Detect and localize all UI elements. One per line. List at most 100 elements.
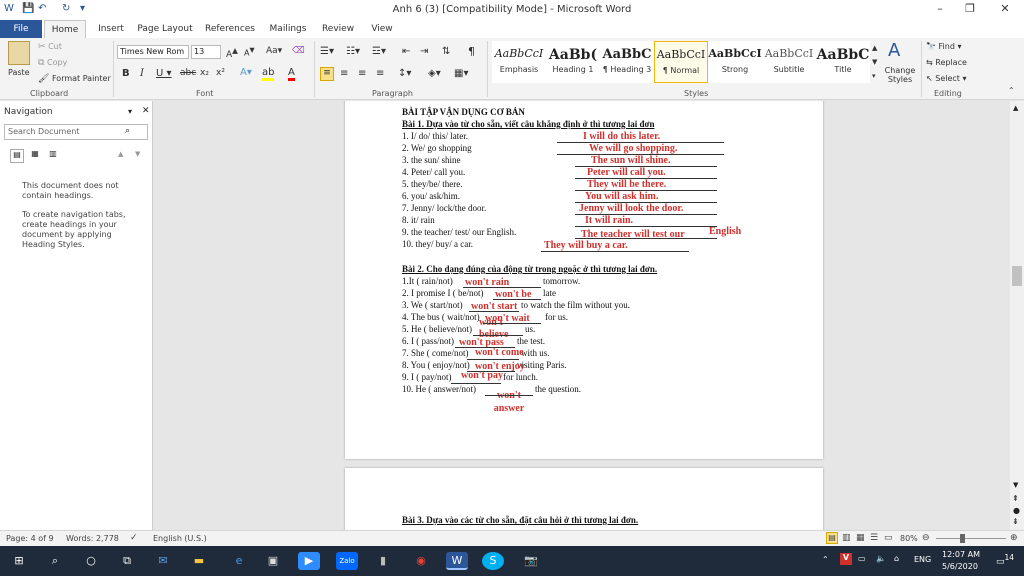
zoom-slider-thumb[interactable]	[960, 534, 965, 543]
browse-headings-icon[interactable]: ▤	[10, 149, 24, 163]
change-case-icon[interactable]: Aa▾	[266, 46, 282, 56]
strikethrough-icon[interactable]: abc	[180, 68, 196, 78]
file-explorer-icon[interactable]: ▬	[188, 552, 210, 570]
align-center-icon[interactable]: ≡	[340, 68, 348, 79]
scroll-down-icon[interactable]: ▼	[1013, 481, 1018, 489]
cortana-icon[interactable]: ○	[80, 552, 102, 570]
next-heading-icon[interactable]: ▼	[135, 150, 140, 158]
volume-icon[interactable]: 🔈	[876, 554, 886, 563]
chrome-icon[interactable]: ◉	[410, 552, 432, 570]
zoom-level[interactable]: 80%	[900, 534, 918, 543]
show-formatting-icon[interactable]: ¶	[468, 45, 475, 58]
word-count[interactable]: Words: 2,778	[66, 534, 119, 543]
format-painter-button[interactable]: 🖌 Format Painter	[38, 74, 111, 84]
font-size-combo[interactable]: 13	[191, 45, 221, 59]
tab-home[interactable]: Home	[44, 20, 86, 39]
text-effects-icon[interactable]: A▾	[240, 67, 252, 78]
style-subtitle[interactable]: AaBbCcI Subtitle	[762, 41, 816, 83]
mail-icon[interactable]: ✉	[152, 552, 174, 570]
tab-file[interactable]: File	[0, 20, 42, 38]
scroll-thumb[interactable]	[1012, 266, 1022, 286]
numbering-icon[interactable]: ☷▾	[346, 46, 360, 57]
superscript-icon[interactable]: x²	[216, 68, 225, 78]
document-area[interactable]: BÀI TẬP VẬN DỤNG CƠ BẢN Bài 1. Dựa vào t…	[154, 101, 1010, 530]
paste-icon[interactable]	[8, 41, 30, 65]
style-emphasis[interactable]: AaBbCcI Emphasis	[492, 41, 546, 83]
change-styles-button[interactable]: Change Styles	[882, 66, 918, 84]
outline-icon[interactable]: ☰	[870, 533, 878, 543]
style-heading-1[interactable]: AaBb(Heading 1	[546, 41, 600, 83]
nav-close-icon[interactable]: ✕	[142, 106, 150, 116]
tab-mailings[interactable]: Mailings	[266, 20, 310, 38]
tab-view[interactable]: View	[366, 20, 398, 38]
browse-results-icon[interactable]: ▥	[46, 149, 60, 163]
find-button[interactable]: 🔭 Find ▾	[926, 42, 961, 51]
bold-icon[interactable]: B	[122, 68, 130, 79]
tab-page-layout[interactable]: Page Layout	[136, 20, 194, 38]
zoom-app-icon[interactable]: ▶	[298, 552, 320, 570]
draft-icon[interactable]: ▭	[884, 533, 893, 543]
proofing-icon[interactable]: ✓	[130, 533, 138, 543]
shrink-font-icon[interactable]: A▼	[244, 46, 255, 58]
justify-icon[interactable]: ≡	[376, 68, 384, 79]
highlight-icon[interactable]: ab	[262, 67, 275, 81]
zoom-in-icon[interactable]: ⊕	[1010, 533, 1018, 543]
font-name-combo[interactable]: Times New Rom	[117, 45, 189, 59]
search-icon[interactable]: ⌕	[44, 552, 66, 570]
tab-review[interactable]: Review	[318, 20, 358, 38]
minimize-button[interactable]: –	[925, 2, 955, 18]
search-icon[interactable]: ⌕	[125, 126, 130, 136]
document-page[interactable]: Bài 3. Dựa vào các từ cho sẵn, đặt câu h…	[345, 468, 823, 530]
style-normal[interactable]: AaBbCcI ¶ Normal	[654, 41, 708, 83]
input-language[interactable]: ENG	[914, 555, 931, 564]
scroll-up-icon[interactable]: ▲	[1013, 104, 1018, 112]
grow-font-icon[interactable]: A▲	[226, 46, 238, 60]
document-page[interactable]: BÀI TẬP VẬN DỤNG CƠ BẢN Bài 1. Dựa vào t…	[345, 101, 823, 459]
tab-references[interactable]: References	[202, 20, 258, 38]
nav-options-icon[interactable]: ▾	[128, 107, 132, 116]
notification-center[interactable]: ▭14	[996, 553, 1014, 567]
skype-icon[interactable]: S	[482, 552, 504, 570]
paste-button[interactable]: Paste	[8, 68, 30, 77]
clock-time[interactable]: 12:07 AM	[942, 550, 980, 559]
style-strong[interactable]: AaBbCcI Strong	[708, 41, 762, 83]
word-icon[interactable]: W	[446, 552, 468, 570]
web-layout-icon[interactable]: ▦	[856, 533, 865, 543]
edge-icon[interactable]: e	[228, 552, 250, 570]
browse-pages-icon[interactable]: ▦	[28, 149, 42, 163]
task-view-icon[interactable]: ⧉	[116, 552, 138, 570]
increase-indent-icon[interactable]: ⇥	[420, 46, 428, 57]
start-icon[interactable]: ⊞	[8, 552, 30, 570]
camera-icon[interactable]: 📷	[520, 552, 542, 570]
italic-icon[interactable]: I	[140, 68, 144, 79]
change-styles-icon[interactable]: A	[888, 40, 900, 61]
styles-scroll-up-icon[interactable]: ▲	[872, 44, 877, 52]
copy-button[interactable]: ⧉ Copy	[38, 58, 67, 68]
subscript-icon[interactable]: x₂	[200, 68, 209, 78]
borders-icon[interactable]: ▦▾	[454, 68, 468, 79]
zoom-out-icon[interactable]: ⊖	[922, 533, 930, 543]
next-page-icon[interactable]: ⇟	[1012, 517, 1019, 526]
collapse-ribbon-icon[interactable]: ⌃	[1008, 86, 1015, 95]
bullets-icon[interactable]: ☰▾	[320, 46, 334, 57]
network-icon[interactable]: ⌂	[894, 554, 899, 563]
style-title[interactable]: AaBbC Title	[816, 41, 870, 83]
full-screen-reading-icon[interactable]: ▥	[842, 533, 851, 543]
shading-icon[interactable]: ◈▾	[428, 68, 441, 79]
styles-scroll-down-icon[interactable]: ▼	[872, 58, 877, 66]
align-left-icon[interactable]: ≡	[320, 67, 334, 81]
font-color-icon[interactable]: A	[288, 67, 295, 81]
app-icon[interactable]: ▮	[372, 552, 394, 570]
zalo-icon[interactable]: Zalo	[336, 552, 358, 570]
tab-insert[interactable]: Insert	[94, 20, 128, 38]
previous-page-icon[interactable]: ⇞	[1012, 494, 1019, 503]
antivirus-icon[interactable]: V	[840, 553, 852, 565]
store-icon[interactable]: ▣	[262, 552, 284, 570]
underline-icon[interactable]: U ▾	[156, 68, 172, 79]
style-heading-3[interactable]: AaBbC ¶ Heading 3	[600, 41, 654, 83]
vertical-scrollbar[interactable]: ▲ ▼ ⇞ ● ⇟	[1010, 101, 1024, 530]
battery-icon[interactable]: ▭	[858, 554, 866, 563]
previous-heading-icon[interactable]: ▲	[118, 150, 123, 158]
maximize-button[interactable]: ❐	[955, 2, 985, 18]
decrease-indent-icon[interactable]: ⇤	[402, 46, 410, 57]
